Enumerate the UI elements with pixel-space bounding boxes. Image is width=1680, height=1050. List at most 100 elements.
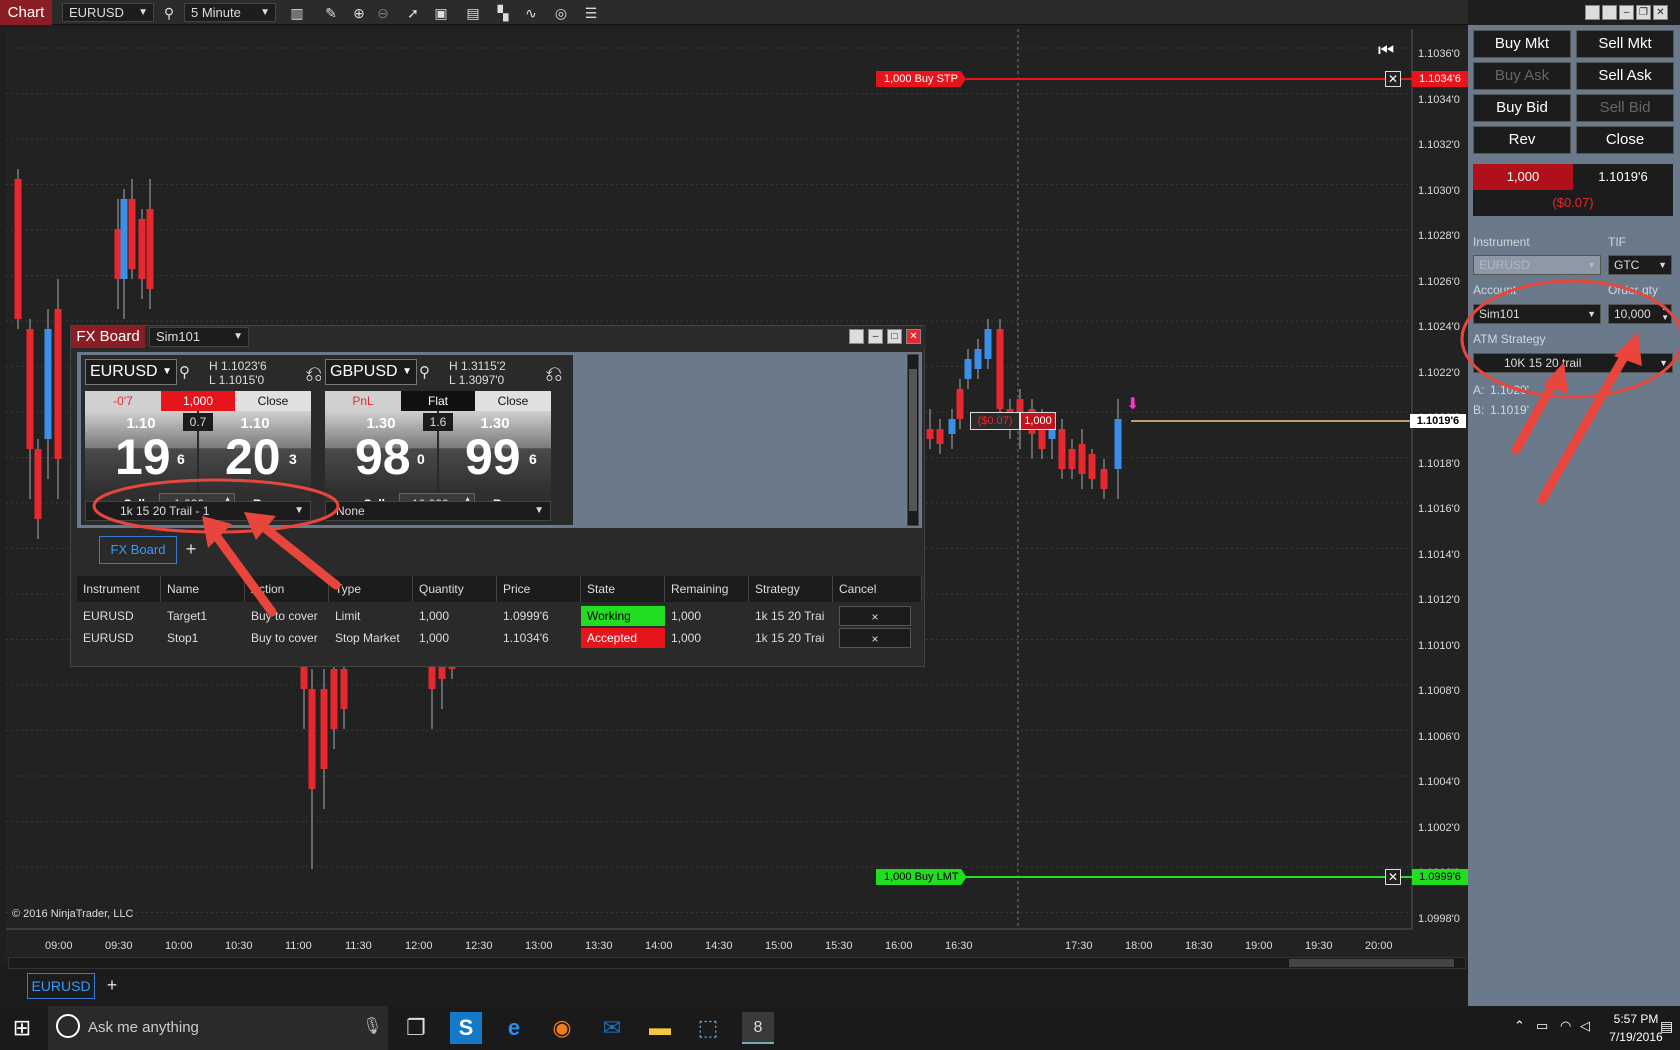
firefox-icon[interactable]: ◉ (546, 1012, 578, 1044)
tile-atm-select[interactable]: None ▼ (325, 501, 551, 521)
file-explorer-icon[interactable]: ▬ (644, 1012, 676, 1044)
column-header[interactable]: Cancel (833, 576, 922, 602)
instrument-select[interactable]: EURUSD ▼ (62, 3, 154, 22)
tab-eurusd[interactable]: EURUSD (27, 973, 95, 999)
ninjatrader-icon[interactable]: 8 (742, 1012, 774, 1044)
close-position-button[interactable]: Close (1576, 126, 1674, 154)
column-header[interactable]: Instrument (77, 576, 161, 602)
cortana-search[interactable]: Ask me anything 🎙 (48, 1006, 388, 1050)
tile-instrument-select[interactable]: GBPUSD ▼ (325, 359, 417, 385)
cancel-order-button[interactable]: × (839, 628, 911, 648)
column-header[interactable]: Price (497, 576, 581, 602)
speaker-icon[interactable]: ◁ (1580, 1018, 1590, 1034)
buy-bid-button[interactable]: Buy Bid (1473, 94, 1571, 122)
atm-strategy-select[interactable]: 10K 15 20 trail ▼ (1473, 353, 1673, 373)
buy-stop-order-label[interactable]: 1,000 Buy STP (876, 71, 966, 87)
restore-icon[interactable]: ❐ (1636, 5, 1651, 20)
task-view-icon[interactable]: ❐ (400, 1012, 432, 1044)
search-icon[interactable]: ⚲ (160, 4, 178, 22)
table-row[interactable]: EURUSD Target1 Buy to cover Limit 1,000 1.099… (77, 606, 922, 626)
instrument-select[interactable]: EURUSD ▼ (1473, 255, 1601, 275)
sell-ask-button[interactable]: Sell Ask (1576, 62, 1674, 90)
fx-board-window[interactable]: FX Board Sim101 ▼ – □ ✕ EURUSD ▼ ⚲ H 1.102… (70, 325, 926, 667)
snagit-icon[interactable]: S (450, 1012, 482, 1044)
outlook-icon[interactable]: ✉ (596, 1012, 628, 1044)
maximize-icon[interactable]: □ (887, 329, 902, 344)
pencil-icon[interactable]: ✎ (322, 4, 340, 22)
tile-close-button[interactable]: Close (235, 391, 311, 411)
close-icon[interactable]: ✕ (906, 329, 921, 344)
close-icon[interactable]: ✕ (1653, 5, 1668, 20)
interval-select[interactable]: 5 Minute ▼ (184, 3, 276, 22)
notification-icon[interactable]: ▤ (1660, 1018, 1673, 1035)
list-icon[interactable]: ☰ (582, 4, 600, 22)
tile-bid-price-button[interactable]: 1.10 19 6 (85, 411, 197, 493)
column-header[interactable]: Name (161, 576, 245, 602)
reverse-button[interactable]: Rev (1473, 126, 1571, 154)
settings-icon[interactable]: ⎌ (545, 361, 563, 387)
column-header[interactable]: Remaining (665, 576, 749, 602)
edge-icon[interactable]: e (498, 1012, 530, 1044)
tile-instrument-select[interactable]: EURUSD ▼ (85, 359, 177, 385)
cancel-limit-order-icon[interactable]: ✕ (1385, 869, 1401, 885)
table-row[interactable]: EURUSD Stop1 Buy to cover Stop Market 1,000 1… (77, 628, 922, 648)
buy-mkt-button[interactable]: Buy Mkt (1473, 30, 1571, 58)
tile-atm-select[interactable]: 1k 15 20 Trail - 1 ▼ (85, 501, 311, 521)
microphone-icon[interactable]: 🎙 (362, 1016, 382, 1036)
buy-limit-order-label[interactable]: 1,000 Buy LMT (876, 869, 967, 885)
strategy-icon[interactable]: ∿ (522, 4, 540, 22)
zoom-in-icon[interactable]: ⊕ (350, 4, 368, 22)
column-header[interactable]: State (581, 576, 665, 602)
tile-ask-price-button[interactable]: 1.30 99 6 (439, 411, 551, 493)
horizontal-scrollbar[interactable] (8, 957, 1466, 969)
wifi-icon[interactable]: ◠ (1560, 1018, 1571, 1034)
cascade-icon[interactable]: ▚ (494, 4, 512, 22)
data-box-icon[interactable]: ▣ (432, 4, 450, 22)
tile-ask-price-button[interactable]: 1.10 20 3 (199, 411, 311, 493)
cursor-icon[interactable]: ➚ (404, 4, 422, 22)
tiles-vertical-scrollbar[interactable] (907, 354, 919, 526)
sell-bid-button[interactable]: Sell Bid (1576, 94, 1674, 122)
tif-select[interactable]: GTC ▼ (1608, 255, 1672, 275)
window-icon[interactable] (1585, 5, 1600, 20)
settings-icon[interactable]: ⎌ (305, 361, 323, 387)
scrollbar-thumb[interactable] (1289, 959, 1454, 967)
add-tab-button[interactable]: + (179, 536, 203, 564)
search-icon[interactable]: ⚲ (419, 363, 430, 381)
cancel-order-button[interactable]: × (839, 606, 911, 626)
chevron-down-icon: ▼ (1658, 260, 1667, 270)
cancel-stop-order-icon[interactable]: ✕ (1385, 71, 1401, 87)
add-tab-button[interactable]: + (100, 973, 124, 999)
minimize-icon[interactable]: – (868, 329, 883, 344)
skip-to-end-icon[interactable]: ⏮ (1378, 40, 1394, 62)
fx-board-titlebar[interactable]: FX Board Sim101 ▼ – □ ✕ (71, 326, 926, 348)
account-select[interactable]: Sim101 ▼ (1473, 304, 1601, 324)
column-header[interactable]: Type (329, 576, 413, 602)
sell-mkt-button[interactable]: Sell Mkt (1576, 30, 1674, 58)
tile-close-button[interactable]: Close (475, 391, 551, 411)
chevron-up-icon[interactable]: ⌃ (1514, 1018, 1525, 1034)
bars-icon[interactable]: ▥ (288, 4, 306, 22)
column-header[interactable]: Quantity (413, 576, 497, 602)
tab-fx-board[interactable]: FX Board (99, 536, 177, 564)
columns-icon[interactable]: ▤ (464, 4, 482, 22)
zoom-out-icon[interactable]: ⊖ (374, 4, 392, 22)
scrollbar-thumb[interactable] (909, 369, 917, 511)
window-icon[interactable] (849, 329, 864, 344)
window-icon[interactable] (1602, 5, 1617, 20)
remote-desktop-icon[interactable]: ⬚ (692, 1012, 724, 1044)
chart-tab[interactable]: Chart (0, 0, 52, 25)
column-header[interactable]: Action (245, 576, 329, 602)
stepper-icon[interactable]: ▲▼ (1661, 303, 1669, 323)
buy-ask-button[interactable]: Buy Ask (1473, 62, 1571, 90)
order-qty-input[interactable]: 10,000 ▲ ▼ (1608, 303, 1672, 324)
reload-icon[interactable]: ◎ (552, 4, 570, 22)
tile-bid-price-button[interactable]: 1.30 98 0 (325, 411, 437, 493)
search-icon[interactable]: ⚲ (179, 363, 190, 381)
column-header[interactable]: Strategy (749, 576, 833, 602)
fx-account-select[interactable]: Sim101 ▼ (149, 327, 249, 347)
position-qty-label[interactable]: 1,000 (1020, 412, 1056, 430)
network-icon[interactable]: ▭ (1536, 1018, 1548, 1034)
minimize-icon[interactable]: – (1619, 5, 1634, 20)
windows-icon[interactable]: ⊞ (0, 1006, 44, 1050)
